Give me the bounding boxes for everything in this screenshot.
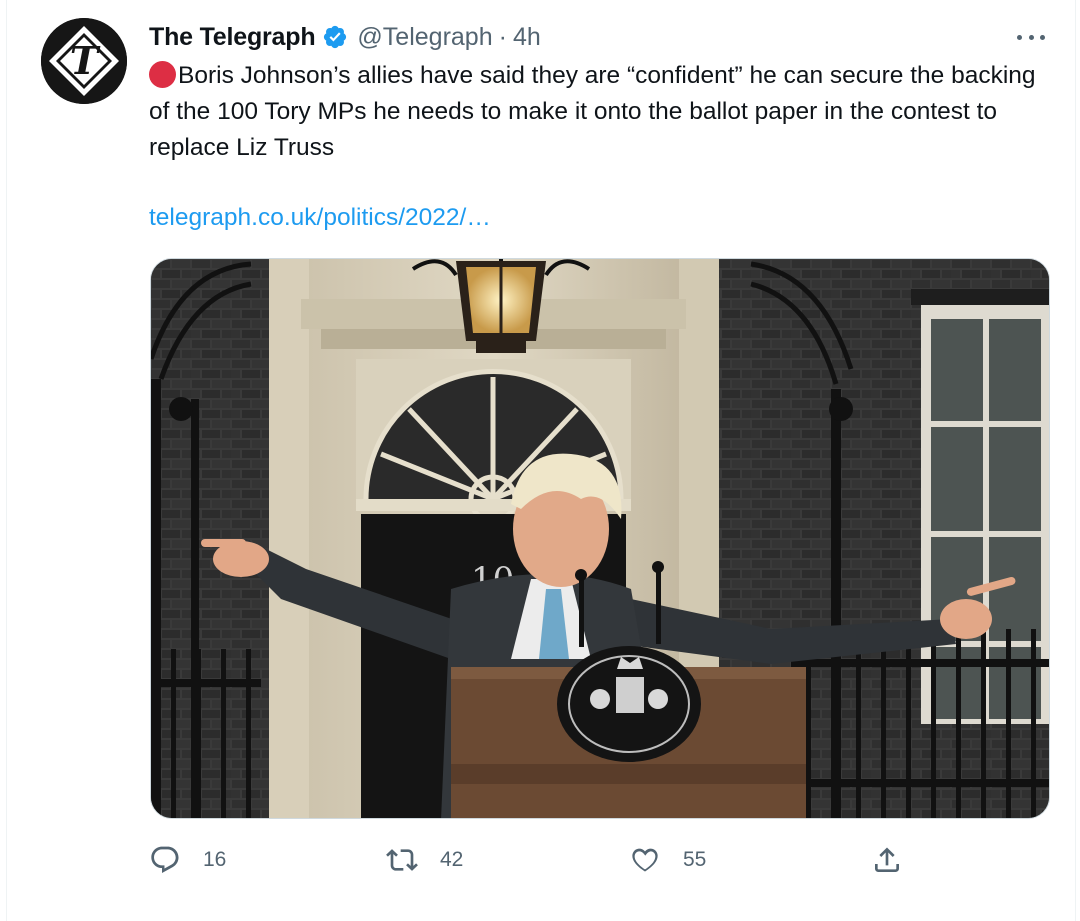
author-handle[interactable]: @Telegraph [357, 23, 492, 52]
more-icon-dot [1017, 34, 1022, 40]
share-button[interactable] [871, 840, 903, 880]
more-options-button[interactable] [1011, 22, 1051, 52]
verified-badge-icon [322, 24, 348, 50]
like-count: 55 [683, 848, 707, 871]
tweet-actions: 16 42 55 [149, 840, 909, 880]
red-circle-icon [149, 61, 176, 88]
tweet-text: Boris Johnson’s allies have said they ar… [149, 58, 1054, 166]
more-icon-dot [1028, 34, 1034, 40]
tweet-header: The Telegraph @Telegraph · 4h [149, 20, 541, 54]
tweet-body: Boris Johnson’s allies have said they ar… [149, 62, 1036, 161]
tweet-link[interactable]: telegraph.co.uk/politics/2022/… [149, 200, 491, 236]
tweet-photo[interactable]: 10 [150, 258, 1050, 819]
share-icon [871, 844, 903, 876]
retweet-button[interactable]: 42 [386, 840, 463, 880]
separator-dot: · [498, 22, 507, 51]
tweet-card[interactable]: T The Telegraph @Telegraph · 4h Boris Jo… [6, 0, 1076, 921]
reply-button[interactable]: 16 [149, 840, 226, 880]
avatar-logo-letter: T [70, 38, 101, 83]
author-avatar[interactable]: T [41, 18, 127, 104]
retweet-icon [386, 844, 418, 876]
like-button[interactable]: 55 [629, 840, 706, 880]
retweet-count: 42 [440, 848, 464, 871]
reply-icon [149, 844, 181, 876]
author-name[interactable]: The Telegraph [149, 23, 316, 52]
heart-icon [629, 844, 661, 876]
tweet-timestamp[interactable]: 4h [513, 23, 541, 52]
more-icon-dot [1040, 34, 1045, 40]
reply-count: 16 [203, 848, 227, 871]
